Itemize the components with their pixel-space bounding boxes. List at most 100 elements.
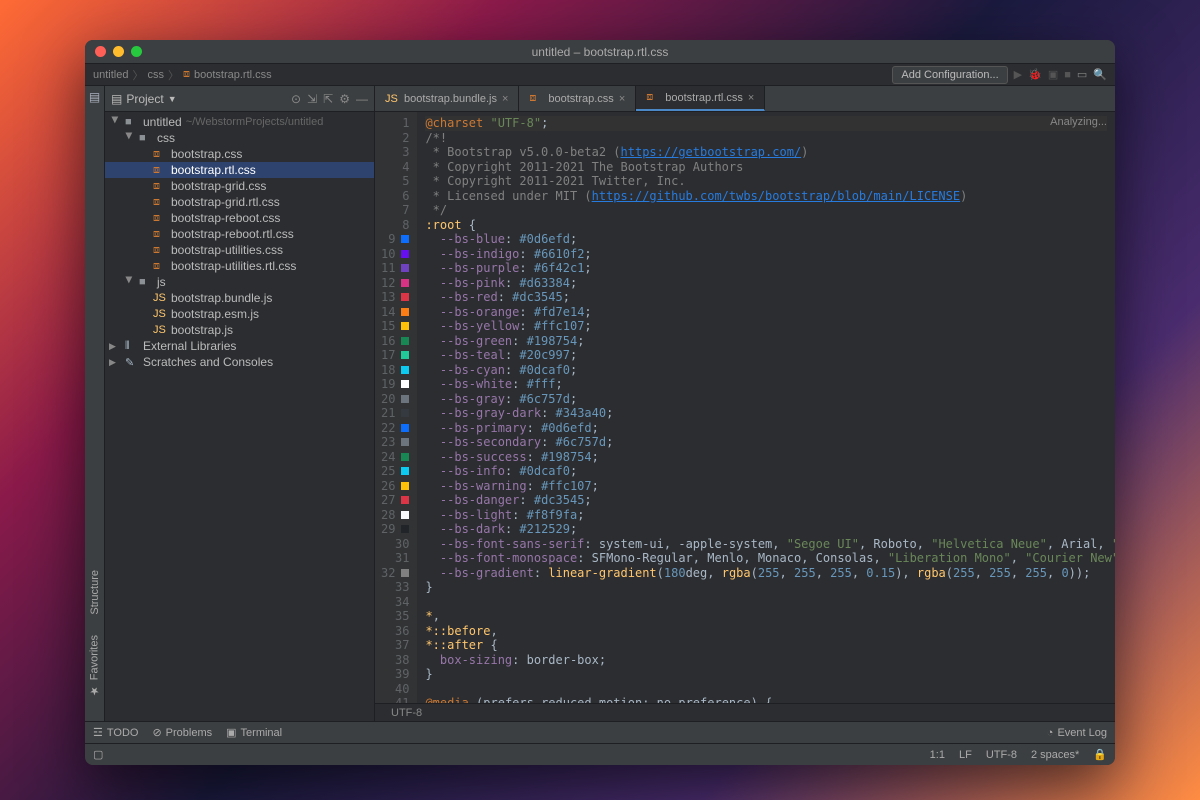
color-swatch-icon[interactable]: [401, 250, 409, 258]
line-number[interactable]: 36: [381, 624, 409, 639]
line-number[interactable]: 1: [381, 116, 409, 131]
color-swatch-icon[interactable]: [401, 380, 409, 388]
code-line[interactable]: --bs-gray-dark: #343a40;: [425, 406, 1107, 421]
search-icon[interactable]: 🔍: [1093, 68, 1107, 81]
code-line[interactable]: --bs-white: #fff;: [425, 377, 1107, 392]
code-line[interactable]: *::before,: [425, 624, 1107, 639]
line-number[interactable]: 5: [381, 174, 409, 189]
line-number[interactable]: 21: [381, 406, 409, 421]
code-line[interactable]: --bs-font-sans-serif: system-ui, -apple-…: [425, 537, 1107, 552]
tree-file[interactable]: ⧈bootstrap-utilities.css: [105, 242, 374, 258]
code-line[interactable]: * Bootstrap v5.0.0-beta2 (https://getboo…: [425, 145, 1107, 160]
breadcrumb-file[interactable]: bootstrap.rtl.css: [194, 69, 272, 81]
color-swatch-icon[interactable]: [401, 337, 409, 345]
code-line[interactable]: --bs-secondary: #6c757d;: [425, 435, 1107, 450]
code-line[interactable]: * Copyright 2011-2021 The Bootstrap Auth…: [425, 160, 1107, 175]
tree-file[interactable]: JSbootstrap.js: [105, 322, 374, 338]
inspections-icon[interactable]: 🔒: [1093, 748, 1107, 761]
caret-position[interactable]: 1:1: [930, 749, 945, 761]
problems-tool[interactable]: ⊘ Problems: [152, 726, 212, 739]
editor-crumb[interactable]: UTF-8: [375, 703, 1115, 721]
color-swatch-icon[interactable]: [401, 409, 409, 417]
file-encoding[interactable]: UTF-8: [986, 749, 1017, 761]
code-line[interactable]: --bs-gray: #6c757d;: [425, 392, 1107, 407]
line-number[interactable]: 3: [381, 145, 409, 160]
todo-tool[interactable]: ☲ TODO: [93, 726, 138, 739]
line-number[interactable]: 19: [381, 377, 409, 392]
line-number[interactable]: 4: [381, 160, 409, 175]
code-line[interactable]: *::after {: [425, 638, 1107, 653]
line-number[interactable]: 20: [381, 392, 409, 407]
code-line[interactable]: --bs-purple: #6f42c1;: [425, 261, 1107, 276]
structure-tool[interactable]: Structure: [89, 570, 101, 615]
color-swatch-icon[interactable]: [401, 453, 409, 461]
code-line[interactable]: --bs-pink: #d63384;: [425, 276, 1107, 291]
editor-tab[interactable]: JSbootstrap.bundle.js×: [375, 86, 519, 111]
line-number[interactable]: 25: [381, 464, 409, 479]
code-line[interactable]: }: [425, 580, 1107, 595]
code-line[interactable]: :root {: [425, 218, 1107, 233]
expand-all-icon[interactable]: ⇲: [307, 92, 317, 106]
line-number[interactable]: 30: [381, 537, 409, 552]
line-number[interactable]: 15: [381, 319, 409, 334]
color-swatch-icon[interactable]: [401, 351, 409, 359]
line-number[interactable]: 38: [381, 653, 409, 668]
line-number[interactable]: 14: [381, 305, 409, 320]
code-line[interactable]: --bs-yellow: #ffc107;: [425, 319, 1107, 334]
breadcrumb-folder[interactable]: css: [147, 69, 164, 81]
close-icon[interactable]: [95, 46, 106, 57]
code-line[interactable]: }: [425, 667, 1107, 682]
code-line[interactable]: --bs-teal: #20c997;: [425, 348, 1107, 363]
hide-icon[interactable]: —: [356, 92, 368, 106]
code-line[interactable]: --bs-success: #198754;: [425, 450, 1107, 465]
code-line[interactable]: [425, 595, 1107, 610]
line-number[interactable]: 33: [381, 580, 409, 595]
code-line[interactable]: --bs-danger: #dc3545;: [425, 493, 1107, 508]
tree-folder[interactable]: ▶✎Scratches and Consoles: [105, 354, 374, 370]
code-line[interactable]: * Licensed under MIT (https://github.com…: [425, 189, 1107, 204]
editor-tab[interactable]: ⧈bootstrap.rtl.css×: [636, 86, 765, 111]
tree-file[interactable]: ⧈bootstrap-reboot.css: [105, 210, 374, 226]
color-swatch-icon[interactable]: [401, 438, 409, 446]
code-line[interactable]: --bs-primary: #0d6efd;: [425, 421, 1107, 436]
code-line[interactable]: --bs-green: #198754;: [425, 334, 1107, 349]
tree-folder[interactable]: ▶■untitled ~/WebstormProjects/untitled: [105, 114, 374, 130]
code-line[interactable]: --bs-info: #0dcaf0;: [425, 464, 1107, 479]
line-number-gutter[interactable]: 1234567891011121314151617181920212223242…: [375, 112, 417, 703]
color-swatch-icon[interactable]: [401, 308, 409, 316]
color-swatch-icon[interactable]: [401, 424, 409, 432]
color-swatch-icon[interactable]: [401, 569, 409, 577]
editor-tab[interactable]: ⧈bootstrap.css×: [519, 86, 636, 111]
add-configuration-button[interactable]: Add Configuration...: [892, 66, 1007, 84]
tree-file[interactable]: JSbootstrap.esm.js: [105, 306, 374, 322]
minimize-icon[interactable]: [113, 46, 124, 57]
code-line[interactable]: --bs-light: #f8f9fa;: [425, 508, 1107, 523]
code-line[interactable]: --bs-font-monospace: SFMono-Regular, Men…: [425, 551, 1107, 566]
code-line[interactable]: @media (prefers-reduced-motion: no-prefe…: [425, 696, 1107, 703]
line-number[interactable]: 27: [381, 493, 409, 508]
code-line[interactable]: * Copyright 2011-2021 Twitter, Inc.: [425, 174, 1107, 189]
event-log-tool[interactable]: ◔ Event Log: [1047, 727, 1107, 739]
tree-folder[interactable]: ▶⫴External Libraries: [105, 338, 374, 354]
color-swatch-icon[interactable]: [401, 235, 409, 243]
line-number[interactable]: 11: [381, 261, 409, 276]
line-number[interactable]: 6: [381, 189, 409, 204]
tree-file[interactable]: ⧈bootstrap-reboot.rtl.css: [105, 226, 374, 242]
color-swatch-icon[interactable]: [401, 496, 409, 504]
line-number[interactable]: 32: [381, 566, 409, 581]
line-number[interactable]: 22: [381, 421, 409, 436]
line-number[interactable]: 29: [381, 522, 409, 537]
line-number[interactable]: 41: [381, 696, 409, 703]
code-line[interactable]: --bs-red: #dc3545;: [425, 290, 1107, 305]
tree-file[interactable]: ⧈bootstrap-grid.rtl.css: [105, 194, 374, 210]
line-number[interactable]: 2: [381, 131, 409, 146]
favorites-tool[interactable]: ★ Favorites: [88, 635, 101, 697]
line-number[interactable]: 7: [381, 203, 409, 218]
project-tool-icon[interactable]: ▤: [88, 90, 102, 104]
line-number[interactable]: 40: [381, 682, 409, 697]
tree-folder[interactable]: ▶■css: [105, 130, 374, 146]
tree-file[interactable]: ⧈bootstrap-utilities.rtl.css: [105, 258, 374, 274]
collapse-all-icon[interactable]: ⇱: [323, 92, 333, 106]
code-line[interactable]: /*!: [425, 131, 1107, 146]
code-line[interactable]: [425, 682, 1107, 697]
